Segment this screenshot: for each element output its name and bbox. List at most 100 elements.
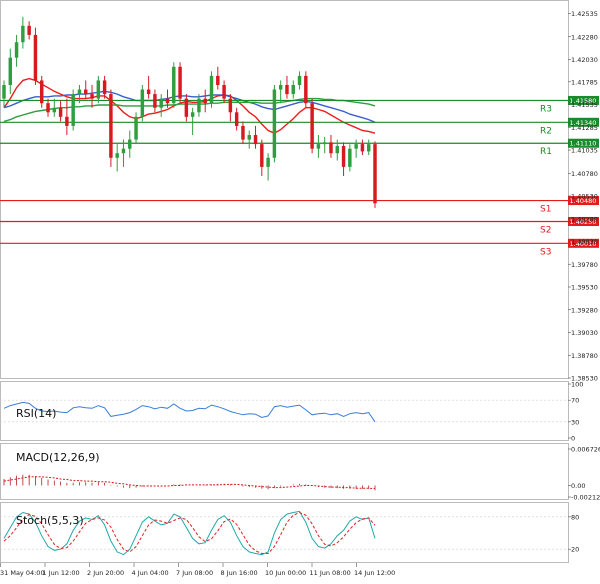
rsi-tick-label: 70 [571, 397, 579, 405]
time-tick-label: 11 Jun 08:00 [310, 569, 351, 577]
time-tick-label: 10 Jun 00:00 [265, 569, 306, 577]
rsi-title: RSI(14) [16, 407, 56, 420]
time-tick-label: 1 Jun 12:00 [43, 569, 80, 577]
stoch-tick-label: 20 [571, 546, 579, 554]
candle-body [77, 89, 82, 95]
candle-body [14, 42, 19, 58]
candle-body [310, 103, 314, 149]
price-tick-label: 1.40280 [571, 215, 598, 223]
time-tick-label: 7 Jun 08:00 [176, 569, 213, 577]
price-tick-label: 1.39530 [571, 284, 598, 292]
time-axis: 31 May 04:001 Jun 12:00 2 Jun 20:00 4 Jun … [0, 563, 395, 577]
rsi-tick-label: 0 [571, 435, 575, 443]
candle-body [121, 148, 126, 154]
price-tick-label: 1.41035 [571, 147, 598, 155]
macd-title: MACD(12,26,9) [16, 451, 100, 464]
candle-body [316, 144, 321, 149]
candle-body [278, 84, 283, 90]
price-tick-label: 1.38780 [571, 352, 598, 360]
candle-body [172, 66, 176, 104]
candle-body [71, 94, 75, 126]
price-tick-label: 1.42280 [571, 33, 598, 41]
candle-body [241, 125, 245, 140]
candle-body [115, 153, 119, 158]
candle-body [84, 89, 88, 95]
candle-body [253, 135, 258, 145]
price-tick-label: 1.39780 [571, 261, 598, 269]
candle-body [165, 98, 170, 104]
chart-canvas[interactable]: R31.41580R21.41340R11.41110S11.40480S21.… [0, 0, 600, 584]
candle-body [128, 139, 132, 149]
candle-body [285, 84, 289, 95]
candle-body [197, 98, 201, 113]
candle-body [33, 34, 38, 81]
candle-body [140, 89, 145, 117]
trading-chart-window: R3 1.41580 R2 1.41340 R1 1.41110 S1 1.40480 S2 1.… [0, 0, 600, 584]
candle-body [360, 144, 365, 152]
candle-body [190, 112, 195, 117]
candle-body [178, 66, 182, 99]
level-label-s1: S1 [540, 205, 551, 215]
moving-average-line [3, 90, 376, 123]
level-label-r2: R2 [540, 126, 552, 136]
candle-body [184, 98, 189, 117]
time-tick-label: 4 Jun 04:00 [132, 569, 169, 577]
candle-body [27, 25, 31, 35]
price-tick-label: 1.39280 [571, 306, 598, 314]
candle-body [96, 80, 101, 99]
price-panel-frame [0, 0, 569, 379]
candle-body [146, 89, 151, 95]
pivot-levels: R31.41580R21.41340R11.41110S11.40480S21.… [0, 95, 599, 257]
candle-body [247, 135, 251, 140]
macd-tick-label: 0.006726 [571, 446, 600, 454]
candle-body [153, 94, 157, 108]
candle-body [90, 94, 94, 99]
macd-tick-label: 0.00 [571, 482, 585, 490]
moving-average-line [3, 77, 376, 134]
price-tick-label: 1.42535 [571, 10, 598, 18]
candle-body [209, 75, 214, 104]
candle-body [260, 144, 264, 167]
candle-body [297, 75, 302, 85]
level-label-s2: S2 [540, 225, 551, 235]
candle-body [46, 103, 50, 113]
price-tick-label: 1.41285 [571, 124, 598, 132]
candles [2, 16, 377, 208]
candle-body [341, 145, 346, 167]
candle-body [65, 116, 69, 126]
price-axis: 1.42535 1.42280 1.42030 1.41785 1.41535 1.412… [568, 10, 598, 383]
stoch-panel-frame [0, 502, 569, 563]
candle-body [291, 84, 295, 95]
candle-body [102, 80, 107, 95]
candle-body [52, 107, 57, 113]
price-tick-label: 1.40780 [571, 170, 598, 178]
level-label-r1: R1 [540, 147, 552, 157]
rsi-panel: 100 70 30 0 [0, 381, 583, 443]
candle-body [366, 144, 371, 152]
price-tick-label: 1.40530 [571, 193, 598, 201]
candle-body [21, 25, 25, 43]
candle-body [216, 75, 220, 85]
level-label-s3: S3 [540, 247, 551, 257]
time-tick-label: 14 Jun 12:00 [354, 569, 395, 577]
candle-body [58, 107, 63, 117]
candle-body [354, 144, 358, 149]
price-tick-label: 1.42030 [571, 56, 598, 64]
stoch-panel: 80 20 [0, 510, 579, 556]
candle-body [373, 144, 377, 204]
rsi-tick-label: 100 [571, 381, 583, 389]
candle-body [8, 57, 13, 85]
rsi-panel-frame [0, 381, 569, 441]
macd-tick-label: -0.002127 [571, 494, 600, 502]
level-label-r3: R3 [540, 104, 552, 114]
candle-body [272, 89, 277, 158]
candle-body [266, 157, 270, 167]
time-tick-label: 31 May 04:00 [0, 569, 45, 577]
stoch-tick-label: 80 [571, 513, 579, 521]
candle-body [304, 75, 308, 104]
price-tick-label: 1.39030 [571, 329, 598, 337]
candle-body [329, 142, 333, 154]
candle-body [228, 98, 233, 113]
candle-body [234, 112, 239, 126]
candle-body [39, 80, 44, 104]
